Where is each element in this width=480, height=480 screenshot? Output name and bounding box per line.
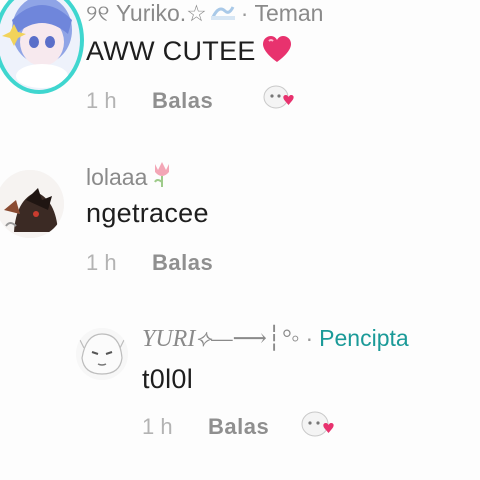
- avatar[interactable]: [76, 328, 128, 380]
- tulip-icon: [151, 160, 173, 194]
- comment-header: lolaaa: [86, 160, 173, 194]
- username[interactable]: YURI⟡—⟶┆°◦: [142, 324, 300, 353]
- friend-badge: Teman: [254, 0, 324, 26]
- username[interactable]: ୨୧ Yuriko.☆: [86, 0, 207, 27]
- separator-dot: ·: [240, 0, 249, 26]
- like-sticker-icon[interactable]: [262, 84, 296, 114]
- comment-header: YURI⟡—⟶┆°◦ · Pencipta: [142, 324, 409, 353]
- avatar-image: [76, 328, 128, 380]
- comment-text: ngetracee: [86, 198, 209, 228]
- comment-meta: 1 h Balas: [86, 88, 213, 114]
- avatar[interactable]: [0, 170, 64, 238]
- comment-item: lolaaa ngetracee 1 h Balas: [0, 150, 480, 280]
- comment-text: AWW CUTEE: [86, 36, 292, 67]
- reply-item: YURI⟡—⟶┆°◦ · Pencipta t0l0l 1 h Balas: [0, 318, 480, 458]
- reply-button[interactable]: Balas: [152, 88, 213, 114]
- timestamp: 1 h: [142, 414, 173, 439]
- comment-meta: 1 h Balas: [86, 250, 213, 276]
- comment-thread: ୨୧ Yuriko.☆ · Teman AWW CUTEE 1 h Balas: [0, 0, 480, 480]
- username[interactable]: lolaaa: [86, 164, 147, 191]
- avatar-image: [2, 0, 72, 88]
- timestamp: 1 h: [86, 250, 117, 275]
- reply-button[interactable]: Balas: [152, 250, 213, 276]
- comment-text: t0l0l: [142, 364, 194, 394]
- avatar-image: [0, 170, 64, 238]
- timestamp: 1 h: [86, 88, 117, 113]
- comment-item: ୨୧ Yuriko.☆ · Teman AWW CUTEE 1 h Balas: [0, 0, 480, 130]
- creator-badge: Pencipta: [319, 325, 409, 351]
- wave-icon: [210, 0, 235, 27]
- comment-meta: 1 h Balas: [142, 414, 269, 440]
- like-sticker-icon[interactable]: [300, 410, 334, 440]
- reply-button[interactable]: Balas: [208, 414, 269, 440]
- avatar[interactable]: [0, 0, 84, 94]
- separator-dot: ·: [305, 325, 314, 351]
- heart-emoji: [262, 36, 292, 67]
- comment-header: ୨୧ Yuriko.☆ · Teman: [86, 0, 323, 27]
